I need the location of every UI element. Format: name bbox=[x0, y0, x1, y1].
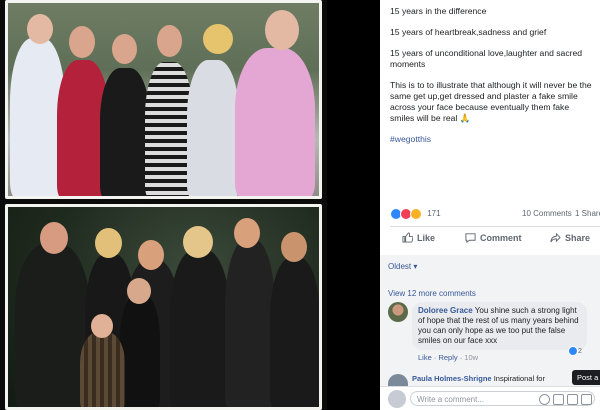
comment-reaction[interactable]: 2 bbox=[568, 346, 582, 356]
person-head bbox=[27, 14, 53, 44]
write-comment-bar: Write a comment... bbox=[380, 386, 600, 410]
person-head bbox=[157, 25, 182, 57]
commenter-name[interactable]: Doloree Grace bbox=[418, 306, 473, 315]
current-user-avatar[interactable] bbox=[388, 390, 406, 408]
reaction-icons[interactable] bbox=[390, 208, 422, 220]
like-icon bbox=[568, 346, 578, 356]
post-actions: Like Comment Share bbox=[390, 232, 600, 248]
comments-section: Oldest ▾ View 12 more comments Doloree G… bbox=[380, 255, 600, 410]
comment-label: Comment bbox=[480, 232, 522, 243]
person-head bbox=[234, 218, 260, 248]
person-head bbox=[69, 26, 95, 58]
reaction-count[interactable]: 171 bbox=[427, 209, 440, 218]
view-more-comments-link[interactable]: View 12 more comments bbox=[388, 289, 476, 298]
share-button[interactable]: Share bbox=[550, 232, 590, 243]
person-shape bbox=[80, 332, 125, 410]
sad-icon bbox=[410, 208, 422, 220]
share-label: Share bbox=[565, 232, 591, 243]
person-head bbox=[203, 24, 233, 54]
person-head bbox=[91, 314, 113, 338]
divider bbox=[390, 226, 600, 227]
like-button[interactable]: Like bbox=[402, 232, 435, 243]
share-icon bbox=[550, 232, 561, 243]
person-shape bbox=[170, 250, 230, 410]
comments-count[interactable]: 10 Comments bbox=[522, 209, 572, 218]
comment-tools bbox=[539, 394, 592, 405]
comment-reply-link[interactable]: Reply bbox=[438, 353, 457, 362]
comment-reaction-count: 2 bbox=[577, 347, 582, 355]
gif-icon[interactable] bbox=[567, 394, 578, 405]
person-shape bbox=[100, 68, 150, 199]
tooltip: Post a bbox=[572, 370, 600, 385]
reactions-bar: 171 10 Comments 1 Share bbox=[390, 208, 600, 222]
camera-icon[interactable] bbox=[553, 394, 564, 405]
person-head bbox=[127, 278, 151, 304]
person-shape bbox=[270, 258, 320, 410]
post-caption: 15 years in the difference 15 years of h… bbox=[390, 6, 595, 155]
person-head bbox=[112, 34, 137, 64]
person-shape bbox=[15, 244, 90, 410]
comment-text: Inspirational for bbox=[493, 374, 545, 383]
person-head bbox=[281, 232, 307, 262]
person-head bbox=[138, 240, 164, 270]
post-paragraph: 15 years in the difference bbox=[390, 6, 487, 16]
person-head bbox=[95, 228, 122, 258]
person-shape bbox=[225, 240, 275, 410]
comment-bubble: Doloree Grace You shine such a strong li… bbox=[412, 302, 587, 350]
emoji-icon[interactable] bbox=[539, 394, 550, 405]
partial-comment: Paula Holmes-Shrigne Inspirational for bbox=[412, 374, 545, 383]
comment-icon bbox=[465, 233, 476, 243]
shares-count[interactable]: 1 Share bbox=[575, 209, 600, 218]
family-photo-old[interactable] bbox=[5, 204, 322, 410]
person-head bbox=[40, 222, 68, 254]
hashtag-link[interactable]: #wegotthis bbox=[390, 134, 595, 145]
thumbs-up-icon bbox=[402, 232, 413, 243]
sticker-icon[interactable] bbox=[581, 394, 592, 405]
person-shape bbox=[235, 48, 315, 199]
post-paragraph: This is to to illustrate that although i… bbox=[390, 80, 592, 123]
comment-time: 10w bbox=[464, 353, 479, 362]
commenter-name[interactable]: Paula Holmes-Shrigne bbox=[412, 374, 492, 383]
person-shape bbox=[120, 294, 160, 410]
person-head bbox=[183, 226, 213, 258]
person-head bbox=[265, 10, 299, 50]
sort-dropdown[interactable]: Oldest ▾ bbox=[388, 262, 417, 271]
post-paragraph: 15 years of heartbreak,sadness and grief bbox=[390, 27, 547, 37]
avatar[interactable] bbox=[388, 374, 408, 386]
comment-button[interactable]: Comment bbox=[465, 232, 522, 243]
post-panel: 15 years in the difference 15 years of h… bbox=[380, 0, 600, 410]
like-label: Like bbox=[417, 232, 436, 243]
comment-like-link[interactable]: Like bbox=[418, 353, 432, 362]
person-shape bbox=[145, 62, 193, 199]
family-photo-recent[interactable] bbox=[5, 0, 322, 199]
person-shape bbox=[187, 60, 239, 199]
photo-area bbox=[0, 0, 327, 410]
dark-gutter bbox=[327, 0, 380, 410]
avatar[interactable] bbox=[388, 302, 408, 322]
post-paragraph: 15 years of unconditional love,laughter … bbox=[390, 48, 583, 69]
comment-meta: Like · Reply · 10w bbox=[418, 353, 479, 362]
